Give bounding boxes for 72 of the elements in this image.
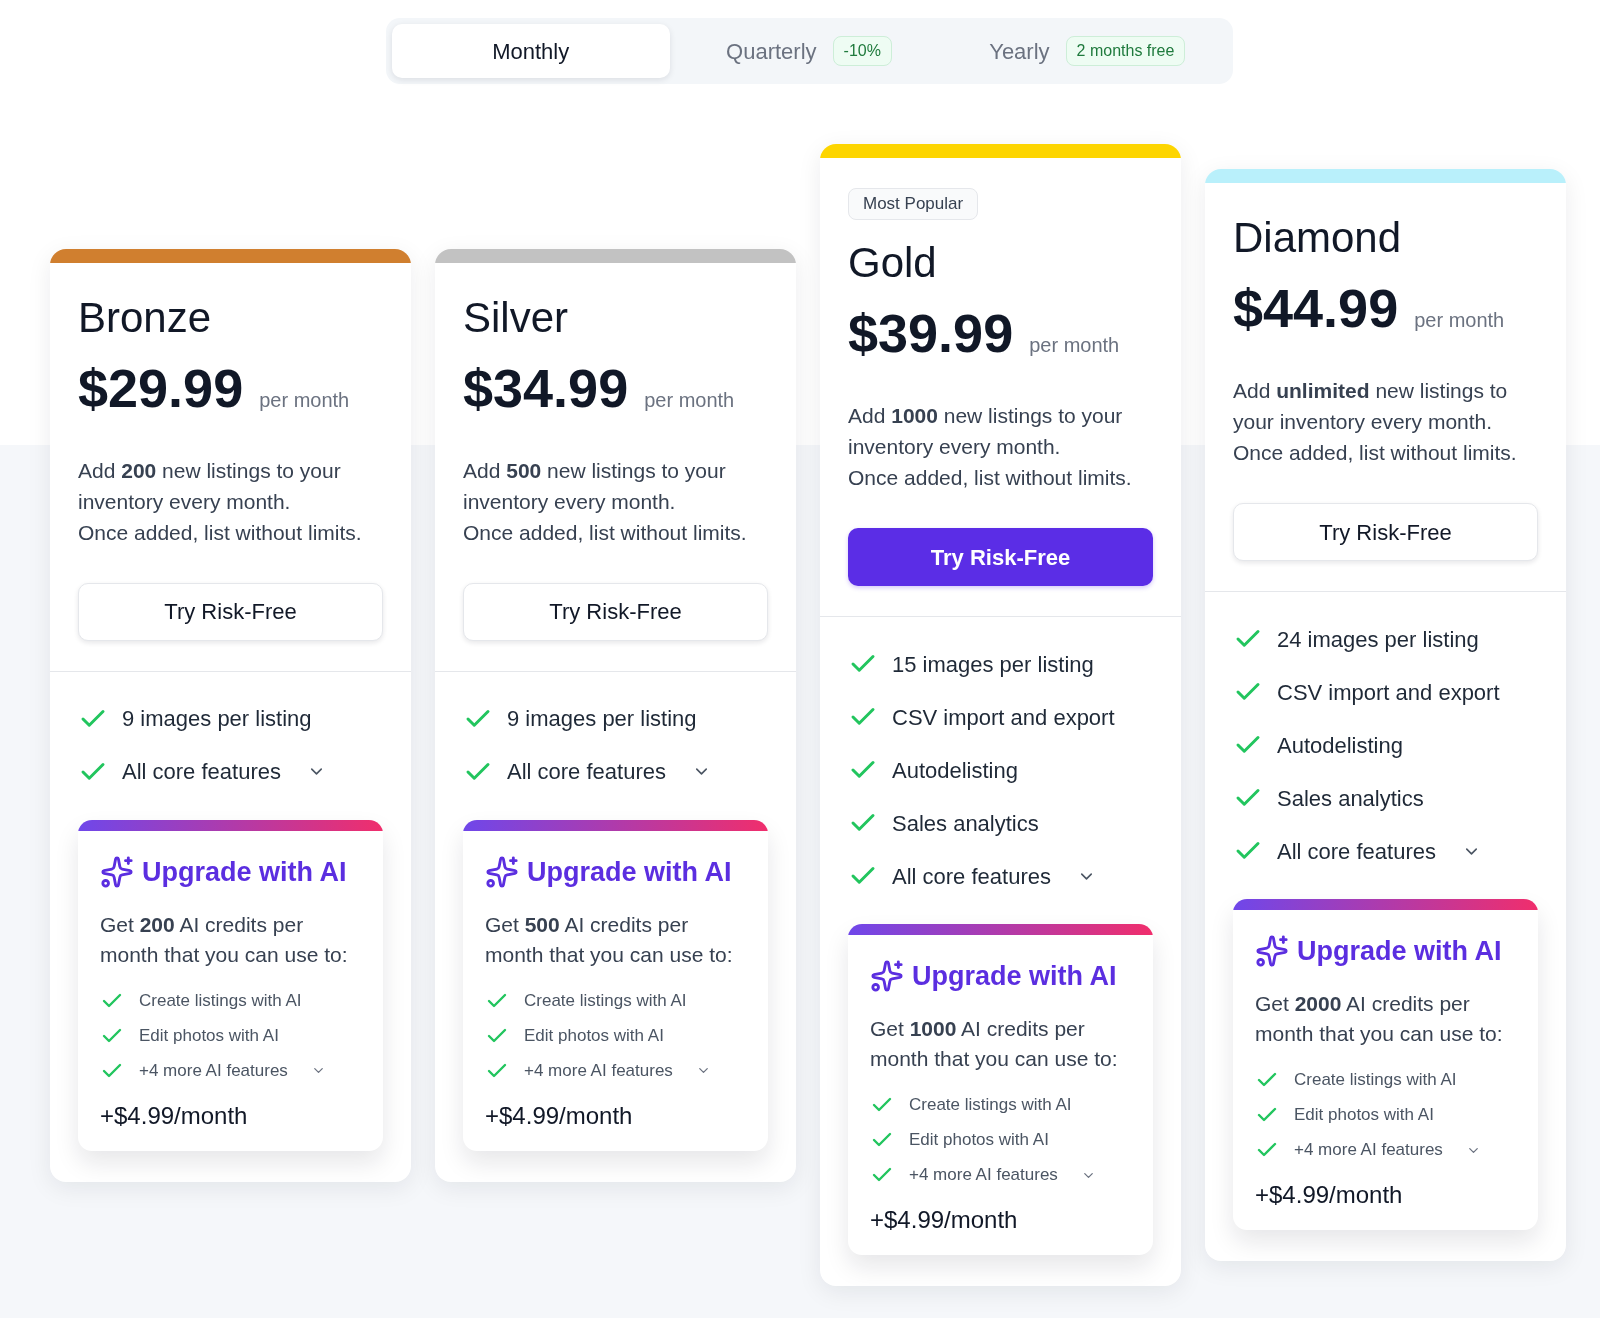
billing-tab[interactable]: Quarterly -10% bbox=[669, 24, 949, 78]
feature-label: +4 more AI features bbox=[524, 1059, 673, 1082]
price-period: per month bbox=[1414, 308, 1505, 333]
try-risk-free-button[interactable]: Try Risk-Free bbox=[463, 582, 768, 641]
feature-label: Edit photos with AI bbox=[909, 1129, 1049, 1152]
ai-credits-description: Get 500 AI credits per month that you can use to: bbox=[485, 911, 734, 968]
ai-credits-description: Get 2000 AI credits per month that you can use to: bbox=[1255, 991, 1504, 1047]
feature-label: Edit photos with AI bbox=[1294, 1104, 1434, 1127]
feature-label: All core features bbox=[1277, 837, 1436, 866]
plan-description: Add 200 new listings to your inventory every month. bbox=[78, 457, 342, 515]
feature-label: Create listings with AI bbox=[1294, 1069, 1457, 1092]
ai-upgrade-title: Upgrade with AI bbox=[527, 855, 732, 889]
try-risk-free-button[interactable]: Try Risk-Free bbox=[848, 528, 1153, 586]
discount-badge: -10% bbox=[832, 36, 892, 66]
feature-label: 15 images per listing bbox=[892, 650, 1094, 679]
feature-label: 24 images per listing bbox=[1277, 625, 1479, 654]
ai-credits-description: Get 1000 AI credits per month that you can use to: bbox=[870, 1016, 1119, 1072]
billing-tab[interactable]: Monthly bbox=[391, 24, 670, 78]
feature-label: CSV import and export bbox=[1277, 678, 1500, 707]
feature-label: All core features bbox=[507, 758, 666, 786]
feature-label: 9 images per listing bbox=[507, 705, 697, 733]
feature-label: All core features bbox=[122, 758, 281, 786]
feature-label: +4 more AI features bbox=[139, 1059, 288, 1082]
plan-description: Once added, list without limits. bbox=[848, 465, 1133, 491]
plan-name: Silver bbox=[463, 292, 570, 343]
feature-label: CSV import and export bbox=[892, 703, 1115, 732]
feature-label: Autodelisting bbox=[892, 756, 1018, 785]
feature-label: All core features bbox=[892, 862, 1051, 891]
billing-tab[interactable]: Yearly 2 months free bbox=[948, 24, 1227, 78]
plan-name: Gold bbox=[848, 238, 938, 288]
ai-addon-price: +$4.99/month bbox=[870, 1205, 1019, 1235]
price-period: per month bbox=[1029, 333, 1120, 358]
feature-label: 9 images per listing bbox=[122, 705, 312, 733]
feature-label: Sales analytics bbox=[892, 809, 1039, 838]
feature-label: +4 more AI features bbox=[909, 1164, 1058, 1187]
plan-description: Add 1000 new listings to your inventory every month. bbox=[848, 403, 1124, 460]
sparkles-icon bbox=[870, 959, 904, 993]
ai-credits-description: Get 200 AI credits per month that you can use to: bbox=[100, 911, 349, 968]
ai-upgrade-title: Upgrade with AI bbox=[912, 960, 1117, 993]
plan-price: $44.99 bbox=[1233, 277, 1399, 339]
plan-price: $39.99 bbox=[848, 302, 1014, 364]
sparkles-icon bbox=[1255, 934, 1289, 968]
discount-badge: 2 months free bbox=[1065, 36, 1186, 66]
feature-label: +4 more AI features bbox=[1294, 1139, 1443, 1162]
plan-name: Bronze bbox=[78, 292, 213, 343]
ai-addon-price: +$4.99/month bbox=[1255, 1180, 1404, 1210]
plan-price: $29.99 bbox=[78, 356, 244, 419]
price-period: per month bbox=[644, 387, 735, 413]
sparkles-icon bbox=[485, 854, 519, 889]
plan-description: Add 500 new listings to your inventory every month. bbox=[463, 457, 727, 515]
try-risk-free-button[interactable]: Try Risk-Free bbox=[78, 582, 383, 641]
feature-label: Create listings with AI bbox=[524, 989, 687, 1012]
price-period: per month bbox=[259, 387, 350, 413]
plan-name: Diamond bbox=[1233, 213, 1403, 263]
feature-label: Autodelisting bbox=[1277, 731, 1403, 760]
feature-label: Create listings with AI bbox=[139, 989, 302, 1012]
feature-label: Sales analytics bbox=[1277, 784, 1424, 813]
popular-badge: Most Popular bbox=[848, 188, 979, 220]
feature-label: Edit photos with AI bbox=[524, 1024, 664, 1047]
ai-upgrade-title: Upgrade with AI bbox=[1297, 935, 1502, 968]
ai-addon-price: +$4.99/month bbox=[485, 1100, 634, 1131]
sparkles-icon bbox=[100, 854, 134, 889]
plan-price: $34.99 bbox=[463, 356, 629, 419]
ai-upgrade-title: Upgrade with AI bbox=[142, 855, 347, 889]
ai-addon-price: +$4.99/month bbox=[100, 1100, 249, 1131]
plan-description: Once added, list without limits. bbox=[1233, 440, 1518, 466]
try-risk-free-button[interactable]: Try Risk-Free bbox=[1233, 503, 1538, 561]
plan-description: Once added, list without limits. bbox=[78, 519, 363, 546]
feature-label: Edit photos with AI bbox=[139, 1024, 279, 1047]
plan-description: Once added, list without limits. bbox=[463, 519, 748, 546]
plan-description: Add unlimited new listings to your inventory every month. bbox=[1233, 378, 1509, 435]
feature-label: Create listings with AI bbox=[909, 1094, 1072, 1117]
